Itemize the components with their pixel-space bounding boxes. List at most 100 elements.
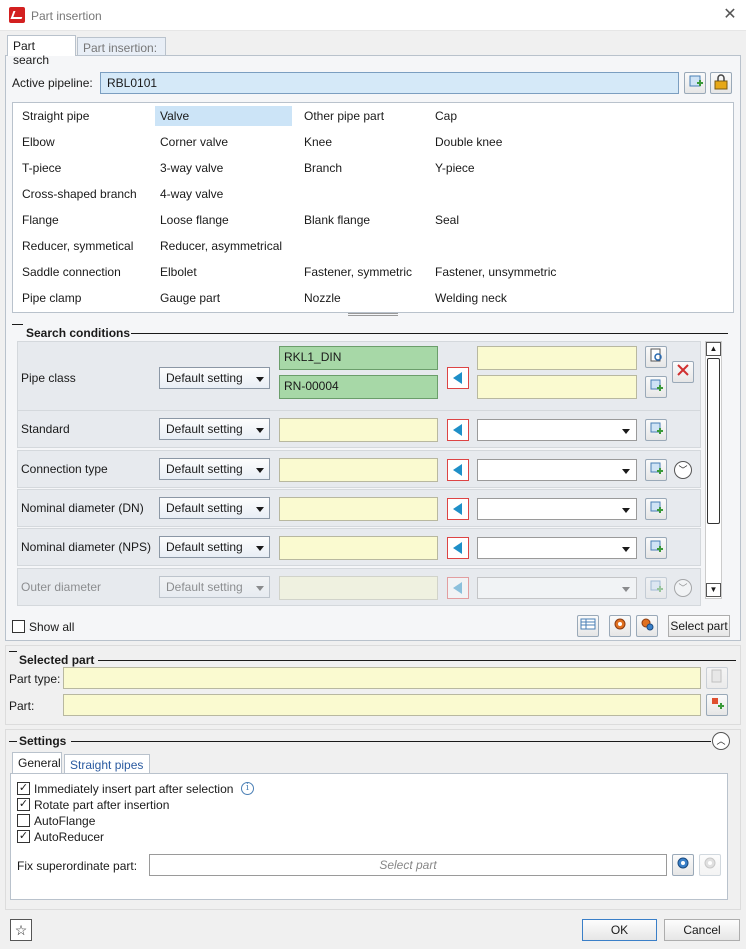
- fix-superordinate-field[interactable]: Select part: [149, 854, 667, 876]
- show-all-checkbox[interactable]: [12, 620, 25, 633]
- part-type-item[interactable]: Other pipe part: [299, 106, 427, 126]
- transfer-arrow-icon[interactable]: [447, 498, 469, 520]
- scroll-down-icon[interactable]: ▼: [706, 583, 721, 597]
- expand-chevron-icon[interactable]: ﹀: [674, 579, 692, 597]
- clear-icon[interactable]: [672, 361, 694, 383]
- part-type-item[interactable]: Fastener, symmetric: [299, 262, 427, 282]
- part-type-item[interactable]: Valve: [155, 106, 292, 126]
- expand-chevron-icon[interactable]: ﹀: [674, 461, 692, 479]
- lock-icon[interactable]: [710, 72, 732, 94]
- add-filter-icon[interactable]: [645, 459, 667, 481]
- part-type-item[interactable]: Knee: [299, 132, 427, 152]
- cancel-button[interactable]: Cancel: [664, 919, 740, 941]
- transfer-arrow-icon[interactable]: [447, 459, 469, 481]
- part-type-item[interactable]: Welding neck: [430, 288, 580, 308]
- settings-checkbox[interactable]: ✓: [17, 798, 30, 811]
- pipe-class-filter[interactable]: [477, 346, 637, 370]
- transfer-arrow-icon[interactable]: [447, 537, 469, 559]
- filter-value-field[interactable]: [279, 497, 438, 521]
- browse-icon[interactable]: [645, 346, 667, 368]
- scroll-thumb[interactable]: [707, 358, 720, 524]
- filter-value-field[interactable]: [279, 576, 438, 600]
- ok-button[interactable]: OK: [582, 919, 657, 941]
- scroll-up-icon[interactable]: ▲: [706, 342, 721, 356]
- mode-dropdown[interactable]: Default setting: [159, 497, 270, 519]
- gear-blue-icon[interactable]: [672, 854, 694, 876]
- part-type-item[interactable]: Reducer, symmetical: [17, 236, 151, 256]
- part-type-grid: Straight pipe Valve Other pipe part Cap Elbo…: [17, 106, 732, 306]
- star-icon[interactable]: ☆: [10, 919, 32, 941]
- select-part-button[interactable]: Select part: [668, 615, 730, 637]
- part-type-item[interactable]: Elbolet: [155, 262, 292, 282]
- part-type-item[interactable]: Fastener, unsymmetric: [430, 262, 580, 282]
- splitter-handle[interactable]: [348, 313, 398, 316]
- mode-dropdown[interactable]: Default setting: [159, 418, 270, 440]
- part-field[interactable]: [63, 694, 701, 716]
- mode-dropdown[interactable]: Default setting: [159, 367, 270, 389]
- part-type-picker-icon[interactable]: [706, 667, 728, 689]
- close-icon[interactable]: ✕: [718, 4, 742, 26]
- part-type-item[interactable]: Branch: [299, 158, 427, 178]
- part-type-item[interactable]: Loose flange: [155, 210, 292, 230]
- add-filter-icon[interactable]: [645, 498, 667, 520]
- pipe-class-value[interactable]: RKL1_DIN: [279, 346, 438, 370]
- part-type-item[interactable]: Blank flange: [299, 210, 427, 230]
- part-type-item[interactable]: Seal: [430, 210, 580, 230]
- info-icon[interactable]: i: [241, 782, 254, 795]
- part-type-item[interactable]: Flange: [17, 210, 151, 230]
- search-row-label: Nominal diameter (NPS): [21, 540, 152, 554]
- table-view-icon[interactable]: [577, 615, 599, 637]
- filter-value-field[interactable]: [279, 458, 438, 482]
- part-type-item[interactable]: Straight pipe: [17, 106, 151, 126]
- tab-general[interactable]: General: [12, 752, 62, 773]
- active-pipeline-field[interactable]: RBL0101: [100, 72, 679, 94]
- settings-checkbox[interactable]: ✓: [17, 782, 30, 795]
- add-pipeline-icon[interactable]: [684, 72, 706, 94]
- tab-straight-pipes[interactable]: Straight pipes: [64, 754, 150, 773]
- transfer-arrow-icon[interactable]: [447, 577, 469, 599]
- add-filter-icon[interactable]: [645, 376, 667, 398]
- filter-combo[interactable]: [477, 459, 637, 481]
- part-type-item[interactable]: Saddle connection: [17, 262, 151, 282]
- part-type-item[interactable]: Double knee: [430, 132, 580, 152]
- mode-dropdown[interactable]: Default setting: [159, 536, 270, 558]
- part-type-item[interactable]: Elbow: [17, 132, 151, 152]
- part-type-item[interactable]: Cross-shaped branch: [17, 184, 151, 204]
- settings-checkbox[interactable]: ✓: [17, 830, 30, 843]
- add-filter-icon[interactable]: [645, 419, 667, 441]
- app-logo-icon: [9, 7, 25, 23]
- add-part-icon[interactable]: [706, 694, 728, 716]
- part-type-item[interactable]: Gauge part: [155, 288, 292, 308]
- filter-combo[interactable]: [477, 537, 637, 559]
- part-type-item[interactable]: Nozzle: [299, 288, 427, 308]
- part-type-item[interactable]: T-piece: [17, 158, 151, 178]
- filter-value-field[interactable]: [279, 418, 438, 442]
- part-type-item[interactable]: Cap: [430, 106, 580, 126]
- add-filter-icon[interactable]: [645, 577, 667, 599]
- gear-red-icon[interactable]: [609, 615, 631, 637]
- settings-checkbox[interactable]: [17, 814, 30, 827]
- part-type-field[interactable]: [63, 667, 701, 689]
- pipe-class-filter[interactable]: [477, 375, 637, 399]
- mode-dropdown[interactable]: Default setting: [159, 458, 270, 480]
- mode-dropdown[interactable]: Default setting: [159, 576, 270, 598]
- filter-value-field[interactable]: [279, 536, 438, 560]
- tab-part-search[interactable]: Part search: [7, 35, 76, 67]
- part-type-item[interactable]: Reducer, asymmetrical: [155, 236, 292, 256]
- part-type-item[interactable]: Corner valve: [155, 132, 292, 152]
- gear-disabled-icon[interactable]: [699, 854, 721, 876]
- gear-multi-icon[interactable]: [636, 615, 658, 637]
- filter-combo[interactable]: [477, 577, 637, 599]
- part-type-item[interactable]: Pipe clamp: [17, 288, 151, 308]
- part-type-item[interactable]: 4-way valve: [155, 184, 292, 204]
- collapse-chevron-icon[interactable]: ︿: [712, 732, 730, 750]
- add-filter-icon[interactable]: [645, 537, 667, 559]
- tab-part-insertion[interactable]: Part insertion:: [77, 37, 166, 56]
- part-type-item[interactable]: Y-piece: [430, 158, 580, 178]
- pipe-class-value[interactable]: RN-00004: [279, 375, 438, 399]
- transfer-arrow-icon[interactable]: [447, 419, 469, 441]
- filter-combo[interactable]: [477, 498, 637, 520]
- part-type-item[interactable]: 3-way valve: [155, 158, 292, 178]
- filter-combo[interactable]: [477, 419, 637, 441]
- transfer-arrow-icon[interactable]: [447, 367, 469, 389]
